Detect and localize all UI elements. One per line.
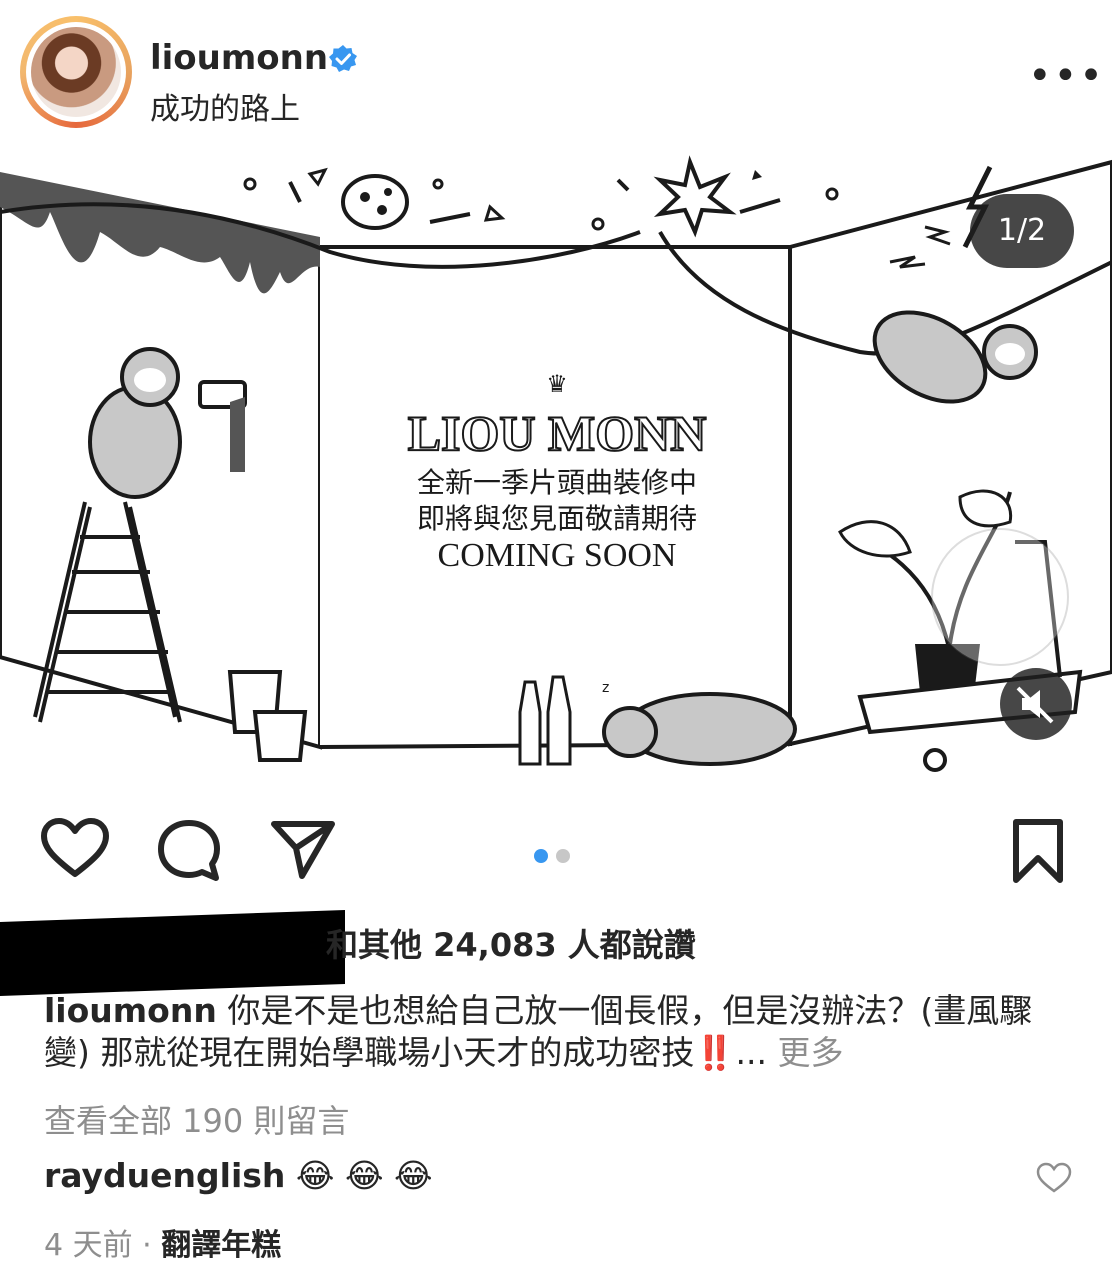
caption-more-link[interactable]: 更多 [777,1033,843,1072]
action-bar [0,808,1112,888]
redacted-liker-names [0,909,345,997]
post-meta: 4 天前 · 翻譯年糕 [44,1220,281,1264]
like-heart-icon[interactable] [40,818,110,880]
comment-username[interactable]: rayduenglish [44,1156,285,1195]
poster-line-2: 即將與您見面敬請期待 [417,502,697,535]
post-header: lioumonn 成功的路上 ••• [0,0,1112,150]
post-location[interactable]: 成功的路上 [150,84,300,128]
comment-like-heart-icon[interactable] [1036,1162,1072,1194]
post-caption: lioumonn 你是不是也想給自己放一個長假，但是沒辦法？(畫風驟變) 那就從… [44,990,1074,1074]
caption-ellipsis: ... [735,1033,778,1072]
caption-username[interactable]: lioumonn [44,991,217,1030]
avatar[interactable] [31,27,121,117]
more-options-icon[interactable]: ••• [1028,56,1105,96]
comment-text: 😂 😂 😂 [295,1156,433,1195]
verified-badge-icon [329,45,357,72]
bookmark-save-icon[interactable] [1012,818,1064,884]
svg-text:♛: ♛ [546,372,568,398]
share-send-icon[interactable] [270,818,336,880]
post-media[interactable]: ♛ LIOU MONN 全新一季片頭曲裝修中 即將與您見面敬請期待 COMING… [0,152,1112,792]
post-time: 4 天前 [44,1228,133,1263]
comment-item: rayduenglish 😂 😂 😂 [44,1156,433,1195]
story-ring[interactable] [20,16,132,128]
svg-text:z: z [602,680,609,696]
comment-bubble-icon[interactable] [156,818,222,884]
avatar-frame [26,22,126,122]
speaker-muted-icon [1016,686,1054,724]
caption-emoji: ‼️ [694,1033,736,1072]
likes-count[interactable]: 和其他 24,083 人都說讚 [326,920,696,966]
view-all-comments-link[interactable]: 查看全部 190 則留言 [44,1096,349,1142]
poster-line-1: 全新一季片頭曲裝修中 [417,466,697,499]
poster-title: LIOU MONN [408,405,707,461]
carousel-indicator [534,848,578,867]
mute-button[interactable] [1000,668,1072,740]
translate-link[interactable]: 翻譯年糕 [161,1228,281,1263]
author-username[interactable]: lioumonn [150,38,328,78]
carousel-counter: 1/2 [970,194,1074,268]
poster-illustration: ♛ LIOU MONN 全新一季片頭曲裝修中 即將與您見面敬請期待 COMING… [0,155,1112,772]
carousel-dot [556,849,570,863]
poster-line-3: COMING SOON [438,537,677,574]
meta-separator: · [132,1228,162,1263]
carousel-dot-active [534,849,548,863]
